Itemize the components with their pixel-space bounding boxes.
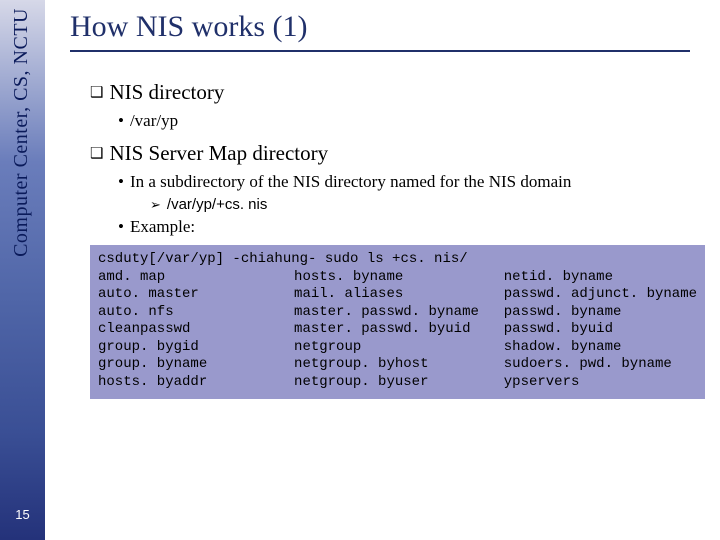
dot-bullet-icon: •	[118, 217, 124, 236]
square-bullet-icon: ❑	[90, 144, 103, 163]
listing-col-1: amd. map auto. master auto. nfs cleanpas…	[98, 269, 294, 392]
bullet-lvl1: ❑ NIS directory	[90, 80, 710, 105]
sidebar-label: Computer Center, CS, NCTU	[10, 8, 33, 257]
bullet-lvl1: ❑ NIS Server Map directory	[90, 141, 710, 166]
listing-col-3: netid. byname passwd. adjunct. byname pa…	[504, 269, 697, 392]
listing-columns: amd. map auto. master auto. nfs cleanpas…	[98, 269, 697, 392]
bullet-text: Example:	[130, 217, 195, 236]
square-bullet-icon: ❑	[90, 83, 103, 102]
dot-bullet-icon: •	[118, 111, 124, 130]
bullet-text: /var/yp/+cs. nis	[167, 196, 267, 213]
slide-title: How NIS works (1)	[70, 10, 710, 44]
bullet-lvl2: • In a subdirectory of the NIS directory …	[118, 172, 710, 192]
slide-number: 15	[0, 507, 45, 522]
bullet-lvl2: • Example:	[118, 217, 710, 237]
bullet-text: /var/yp	[130, 111, 178, 130]
slide-body: How NIS works (1) ❑ NIS directory • /var/y…	[70, 10, 710, 399]
command-line: csduty[/var/yp] -chiahung- sudo ls +cs. …	[98, 251, 697, 269]
listing-col-2: hosts. byname mail. aliases master. pass…	[294, 269, 504, 392]
code-example-box: csduty[/var/yp] -chiahung- sudo ls +cs. …	[90, 245, 705, 399]
title-underline	[70, 50, 690, 52]
bullet-lvl2: • /var/yp	[118, 111, 710, 131]
sidebar: Computer Center, CS, NCTU 15	[0, 0, 45, 540]
bullet-lvl3: ➢ /var/yp/+cs. nis	[150, 196, 710, 213]
triangle-bullet-icon: ➢	[150, 197, 161, 212]
dot-bullet-icon: •	[118, 172, 124, 191]
bullet-text: In a subdirectory of the NIS directory n…	[130, 172, 571, 191]
bullet-content: ❑ NIS directory • /var/yp ❑ NIS Server Map …	[90, 80, 710, 399]
bullet-text: NIS Server Map directory	[109, 141, 328, 165]
bullet-text: NIS directory	[109, 80, 224, 104]
